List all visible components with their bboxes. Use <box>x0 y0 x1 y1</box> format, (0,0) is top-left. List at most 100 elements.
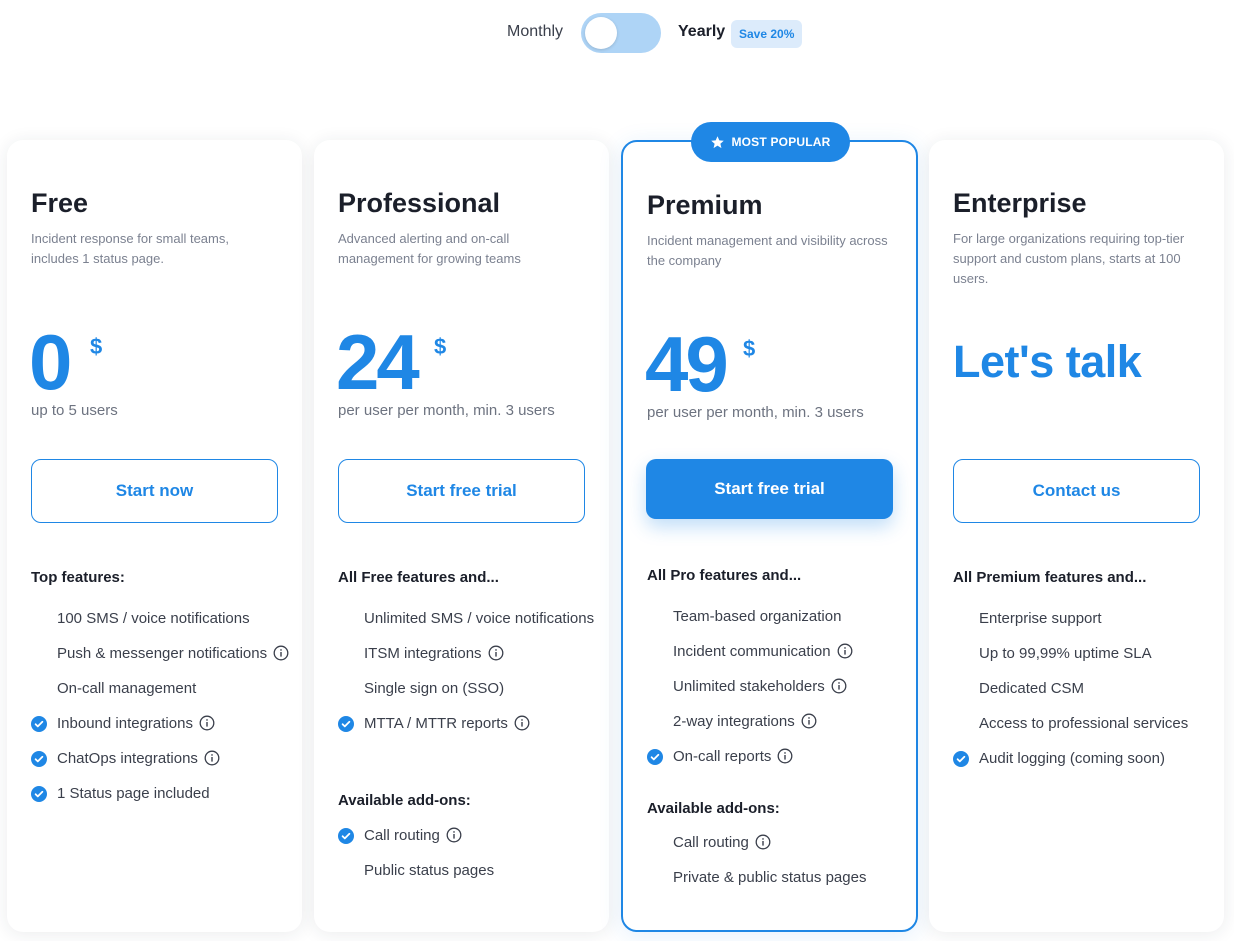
plan-name: Professional <box>338 188 501 218</box>
price-subtext: per user per month, min. 3 users <box>338 402 555 419</box>
plan-card-enterprise: Enterprise For large organizations requi… <box>929 140 1224 932</box>
plan-description: Incident management and visibility acros… <box>647 233 888 268</box>
price-contact-text: Let's talk <box>953 336 1142 387</box>
feature-item: Enterprise support <box>953 606 1215 631</box>
price-currency: $ <box>434 334 447 359</box>
info-icon[interactable] <box>777 747 793 764</box>
feature-item: On-call reports <box>647 744 909 769</box>
feature-item: Single sign on (SSO) <box>338 676 600 701</box>
yearly-label[interactable]: Yearly <box>678 23 725 41</box>
badge-label: MOST POPULAR <box>731 135 831 149</box>
info-icon[interactable] <box>831 677 847 694</box>
feature-item: Private & public status pages <box>647 865 909 890</box>
feature-label: Single sign on (SSO) <box>364 680 505 697</box>
feature-label: Up to 99,99% uptime SLA <box>979 645 1152 662</box>
switch-knob <box>585 17 617 49</box>
info-icon[interactable] <box>488 644 504 661</box>
feature-label: ITSM integrations <box>364 645 482 662</box>
price-currency: $ <box>90 334 103 359</box>
feature-label: MTTA / MTTR reports <box>364 715 508 732</box>
features-heading: All Pro features and... <box>647 567 802 584</box>
feature-label: Enterprise support <box>979 610 1102 627</box>
price-currency: $ <box>743 336 756 361</box>
feature-label: Inbound integrations <box>57 715 193 732</box>
monthly-label[interactable]: Monthly <box>507 23 563 41</box>
feature-item: MTTA / MTTR reports <box>338 711 600 736</box>
price-amount: 24 <box>336 318 420 406</box>
billing-period-switch[interactable] <box>581 13 661 53</box>
feature-item: Public status pages <box>338 858 600 883</box>
feature-item: ChatOps integrations <box>31 746 293 771</box>
feature-item: 2-way integrations <box>647 709 909 734</box>
price-subtext: per user per month, min. 3 users <box>647 404 864 421</box>
feature-item: Unlimited SMS / voice notifications <box>338 606 600 631</box>
info-icon[interactable] <box>514 714 530 731</box>
feature-item: Push & messenger notifications <box>31 641 293 666</box>
plan-description: Advanced alerting and on-call management… <box>338 231 521 266</box>
plan-description: Incident response for small teams, inclu… <box>31 231 229 266</box>
check-icon <box>338 715 354 732</box>
check-icon <box>647 748 663 765</box>
start-free-trial-button[interactable]: Start free trial <box>646 459 893 519</box>
check-icon <box>31 715 47 732</box>
info-icon[interactable] <box>199 714 215 731</box>
info-icon[interactable] <box>273 644 289 661</box>
feature-item: Dedicated CSM <box>953 676 1215 701</box>
feature-label: Incident communication <box>673 643 831 660</box>
check-icon <box>953 750 969 767</box>
start-now-button[interactable]: Start now <box>31 459 278 523</box>
plan-card-premium: MOST POPULAR Premium Incident management… <box>621 122 918 932</box>
feature-label: 2-way integrations <box>673 713 795 730</box>
feature-label: Public status pages <box>364 862 495 879</box>
check-icon <box>31 750 47 767</box>
feature-list: Team-based organization Incident communic… <box>647 604 909 779</box>
feature-label: Push & messenger notifications <box>57 645 268 662</box>
feature-label: Access to professional services <box>979 715 1189 732</box>
save-badge: Save 20% <box>731 20 803 48</box>
info-icon[interactable] <box>801 712 817 729</box>
feature-item: 100 SMS / voice notifications <box>31 606 293 631</box>
feature-item: Call routing <box>647 830 909 855</box>
feature-list: 100 SMS / voice notifications Push & mess… <box>31 606 293 816</box>
start-free-trial-button[interactable]: Start free trial <box>338 459 585 523</box>
feature-item: Inbound integrations <box>31 711 293 736</box>
info-icon[interactable] <box>204 749 220 766</box>
feature-label: ChatOps integrations <box>57 750 198 767</box>
feature-label: On-call reports <box>673 748 772 765</box>
feature-label: Team-based organization <box>673 608 842 625</box>
info-icon[interactable] <box>837 642 853 659</box>
feature-item: Incident communication <box>647 639 909 664</box>
addon-list: Call routing Private & public status page… <box>647 830 909 900</box>
features-heading: All Free features and... <box>338 569 499 586</box>
contact-us-button[interactable]: Contact us <box>953 459 1200 523</box>
features-heading: All Premium features and... <box>953 569 1147 586</box>
plan-card-professional: Professional Advanced alerting and on-ca… <box>314 140 609 932</box>
feature-item: Team-based organization <box>647 604 909 629</box>
feature-item: Call routing <box>338 823 600 848</box>
check-icon <box>31 785 47 802</box>
feature-list: Enterprise support Up to 99,99% uptime SL… <box>953 606 1215 781</box>
info-icon[interactable] <box>446 826 462 843</box>
plan-description: For large organizations requiring top-ti… <box>953 231 1185 286</box>
feature-label: Unlimited SMS / voice notifications <box>364 610 595 627</box>
billing-toggle-bar: Monthly Yearly Save 20% <box>0 12 1234 54</box>
plan-card-free: Free Incident response for small teams, … <box>7 140 302 932</box>
feature-label: Call routing <box>364 827 440 844</box>
feature-label: 100 SMS / voice notifications <box>57 610 250 627</box>
feature-label: Private & public status pages <box>673 869 867 886</box>
addon-list: Call routing Public status pages <box>338 823 600 893</box>
price-subtext: up to 5 users <box>31 402 118 419</box>
price-amount: 49 <box>645 320 729 408</box>
feature-item: ITSM integrations <box>338 641 600 666</box>
info-icon[interactable] <box>755 833 771 850</box>
feature-label: Audit logging (coming soon) <box>979 750 1165 767</box>
feature-item: Audit logging (coming soon) <box>953 746 1215 771</box>
feature-label: 1 Status page included <box>57 785 210 802</box>
feature-label: On-call management <box>57 680 197 697</box>
addons-heading: Available add-ons: <box>647 800 780 817</box>
plan-name: Free <box>31 188 89 218</box>
star-icon <box>711 135 725 148</box>
feature-item: Up to 99,99% uptime SLA <box>953 641 1215 666</box>
feature-label: Unlimited stakeholders <box>673 678 825 695</box>
feature-item: Unlimited stakeholders <box>647 674 909 699</box>
